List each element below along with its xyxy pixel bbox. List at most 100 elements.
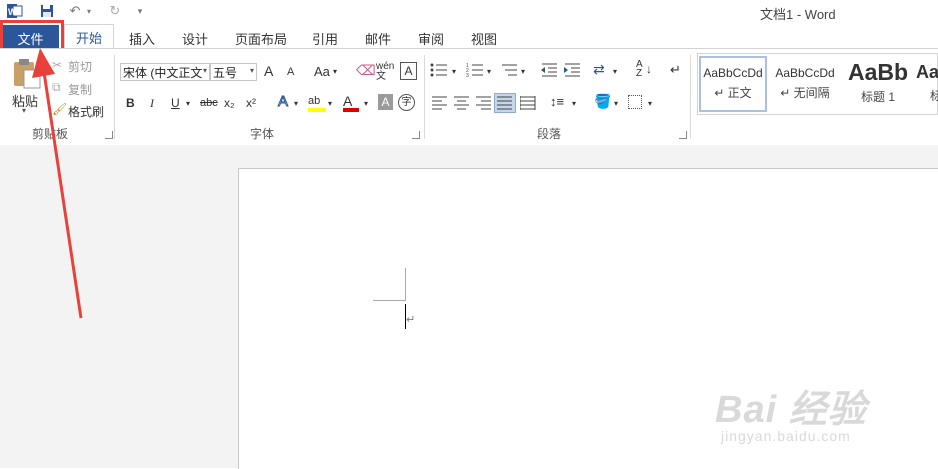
tab-layout[interactable]: 页面布局: [235, 29, 287, 49]
undo-dropdown-icon[interactable]: ▾: [84, 2, 94, 20]
clipboard-launcher-icon[interactable]: [105, 131, 113, 139]
multilevel-list-icon[interactable]: [500, 62, 518, 81]
decrease-indent-icon[interactable]: [540, 62, 558, 81]
shading-dropdown-icon[interactable]: ▾: [614, 99, 618, 108]
tab-home[interactable]: 开始: [64, 24, 114, 50]
justify-icon[interactable]: [494, 93, 516, 113]
svg-text:W: W: [8, 7, 17, 17]
bullets-icon[interactable]: [430, 62, 448, 81]
style-name: ↵ 无间隔: [780, 86, 830, 100]
font-color-dropdown-icon[interactable]: ▾: [364, 99, 368, 108]
distributed-icon[interactable]: [519, 96, 536, 113]
change-case-dropdown-icon[interactable]: ▾: [333, 67, 337, 76]
font-launcher-icon[interactable]: [412, 131, 420, 139]
clipboard-group-label: 剪贴板: [32, 127, 69, 141]
text-direction-dropdown-icon[interactable]: ▾: [613, 67, 617, 76]
paste-dropdown-icon[interactable]: ▾: [22, 106, 26, 115]
svg-text:3: 3: [466, 73, 469, 78]
tab-mailings[interactable]: 邮件: [365, 29, 391, 49]
char-shading-button[interactable]: A: [378, 94, 393, 110]
highlight-dropdown-icon[interactable]: ▾: [328, 99, 332, 108]
text-effects-dropdown-icon[interactable]: ▾: [294, 99, 298, 108]
sort-arrow-icon: ↓: [646, 62, 652, 76]
cut-button[interactable]: 剪切: [68, 58, 92, 75]
numbering-icon[interactable]: 123: [466, 62, 484, 81]
watermark-url: jingyan.baidu.com: [721, 428, 851, 444]
line-spacing-dropdown-icon[interactable]: ▾: [572, 99, 576, 108]
style-heading-2[interactable]: Aa 标: [916, 56, 938, 112]
align-center-icon[interactable]: [454, 96, 470, 113]
style-no-spacing[interactable]: AaBbCcDd ↵ 无间隔: [770, 56, 840, 112]
style-name: 标题 1: [860, 90, 895, 104]
style-name: 标: [930, 89, 938, 103]
subscript-button[interactable]: x₂: [224, 96, 235, 110]
tab-review[interactable]: 审阅: [418, 29, 444, 49]
tab-insert[interactable]: 插入: [129, 29, 155, 49]
font-name-value: 宋体 (中文正文: [123, 65, 203, 80]
copy-button[interactable]: 复制: [68, 81, 92, 98]
divider: [690, 55, 691, 139]
customize-qat-icon[interactable]: ▾: [134, 2, 146, 20]
window-title: 文档1 - Word: [760, 7, 836, 22]
divider: [424, 55, 425, 139]
multilevel-dropdown-icon[interactable]: ▾: [521, 67, 525, 76]
style-heading-1[interactable]: AaBb 标题 1: [843, 56, 913, 112]
underline-button[interactable]: U: [171, 96, 180, 110]
shading-icon[interactable]: 🪣: [594, 93, 611, 110]
strikethrough-button[interactable]: abc: [200, 97, 218, 109]
format-painter-button[interactable]: 格式刷: [68, 103, 104, 120]
increase-indent-icon[interactable]: [563, 62, 581, 81]
tab-references[interactable]: 引用: [312, 29, 338, 49]
word-icon: W: [6, 2, 24, 20]
clear-format-icon[interactable]: ⌫: [356, 62, 376, 79]
italic-button[interactable]: I: [150, 96, 154, 111]
bold-button[interactable]: B: [126, 96, 135, 110]
enclose-char-button[interactable]: 字: [398, 94, 415, 111]
char-border-icon[interactable]: A: [400, 62, 417, 80]
redo-icon[interactable]: ↻: [106, 2, 124, 20]
copy-icon: ⧉: [52, 80, 61, 94]
font-size-value: 五号: [213, 65, 238, 80]
grow-font-button[interactable]: A: [264, 63, 273, 79]
format-painter-icon: 🖌: [52, 102, 68, 116]
style-sample: AaBbCcDd: [775, 66, 835, 80]
line-spacing-icon[interactable]: ↕≡: [550, 94, 564, 109]
paragraph-group-label: 段落: [537, 127, 562, 141]
font-color-button[interactable]: A: [343, 93, 359, 113]
phonetic-guide-button[interactable]: wén文: [376, 62, 396, 82]
font-size-select[interactable]: 五号 ▾: [210, 63, 257, 81]
font-color-bar: [343, 108, 359, 112]
superscript-button[interactable]: x²: [246, 96, 256, 110]
style-sample: Aa: [916, 62, 938, 82]
align-right-icon[interactable]: [476, 96, 492, 113]
borders-dropdown-icon[interactable]: ▾: [648, 99, 652, 108]
paste-icon[interactable]: [12, 58, 42, 90]
style-sample: AaBb: [847, 59, 909, 85]
style-normal[interactable]: AaBbCcDd ↵ 正文: [699, 56, 767, 112]
save-icon[interactable]: [38, 2, 56, 20]
chevron-down-icon: ▾: [249, 66, 254, 75]
style-sample: AaBbCcDd: [703, 66, 763, 80]
shrink-font-button[interactable]: A: [287, 66, 294, 78]
underline-dropdown-icon[interactable]: ▾: [186, 99, 190, 108]
paragraph-launcher-icon[interactable]: [679, 131, 687, 139]
bullets-dropdown-icon[interactable]: ▾: [452, 67, 456, 76]
font-name-select[interactable]: 宋体 (中文正文 ▾: [120, 63, 210, 81]
show-marks-icon[interactable]: ↵: [670, 62, 681, 78]
tab-design[interactable]: 设计: [182, 29, 208, 49]
borders-icon[interactable]: [628, 95, 642, 109]
text-effects-button[interactable]: A: [277, 93, 288, 111]
change-case-button[interactable]: Aa: [314, 64, 330, 79]
scissors-icon: ✂: [52, 58, 63, 72]
align-left-icon[interactable]: [432, 96, 448, 113]
highlight-button[interactable]: ab: [308, 93, 326, 113]
highlight-label: ab: [308, 95, 321, 107]
undo-icon[interactable]: ↶: [66, 2, 84, 20]
highlight-color-bar: [308, 108, 326, 112]
text-direction-icon[interactable]: ⇄: [593, 61, 605, 78]
paragraph-mark: ↵: [406, 314, 416, 326]
numbering-dropdown-icon[interactable]: ▾: [487, 67, 491, 76]
tab-view[interactable]: 视图: [471, 29, 497, 49]
style-name: ↵ 正文: [714, 86, 752, 100]
divider: [114, 55, 115, 139]
